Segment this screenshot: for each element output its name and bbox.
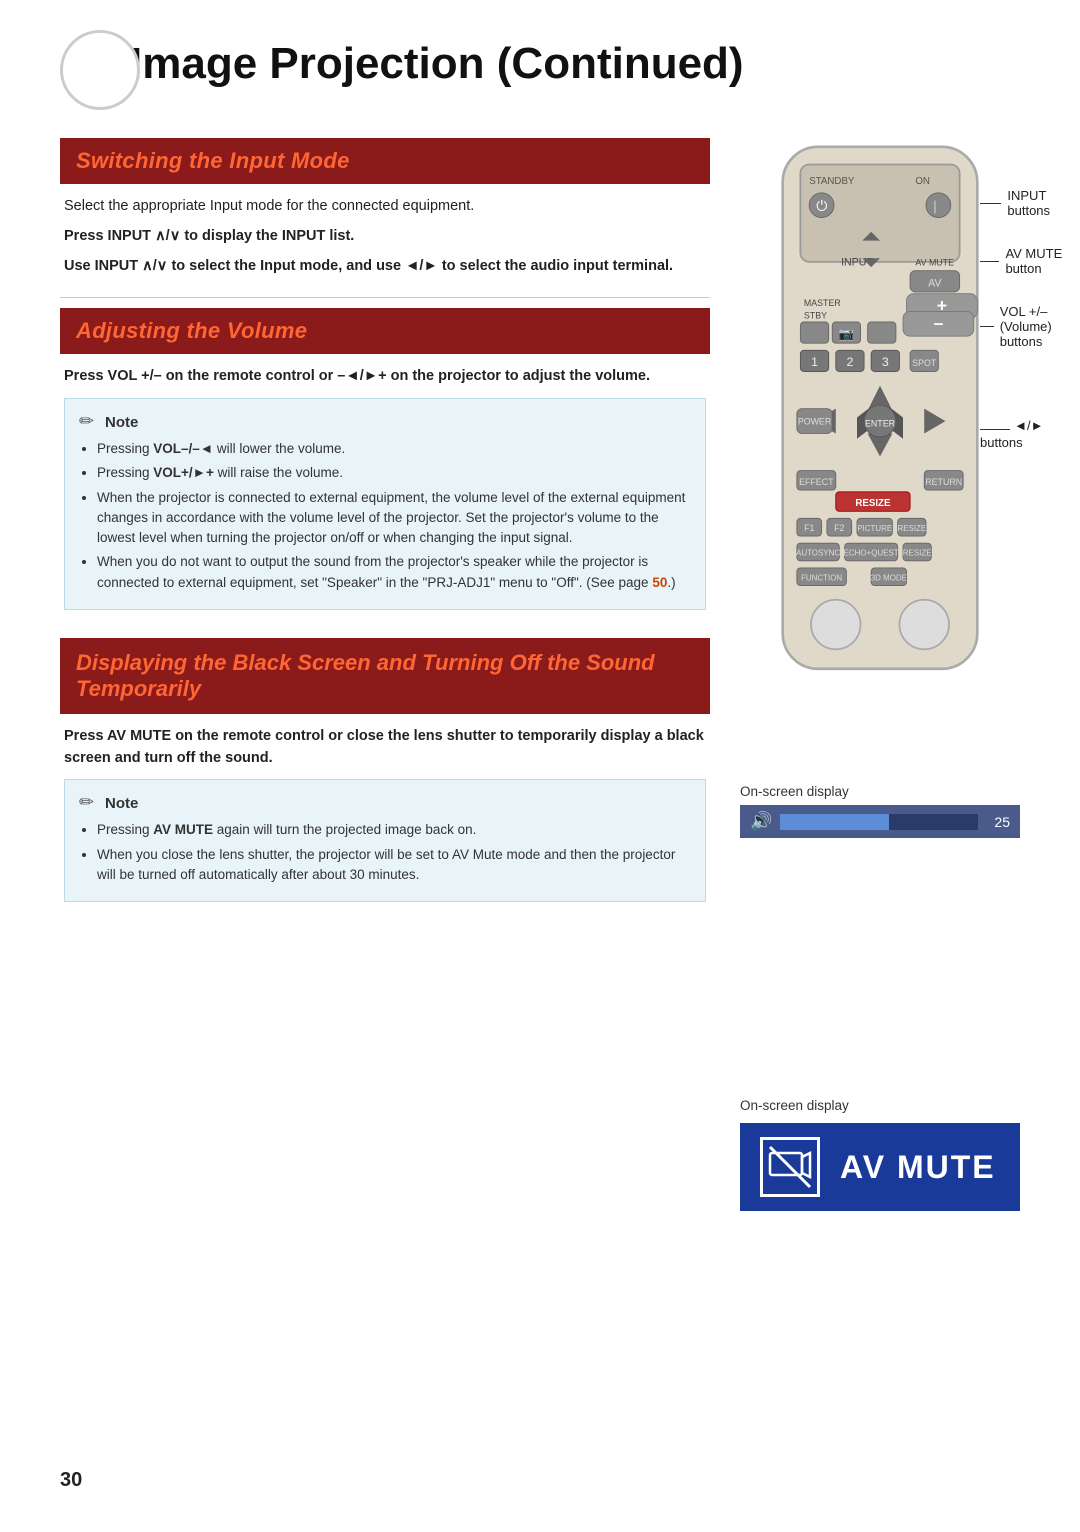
callout-nav-buttons: ◄/► buttons [980,417,1068,451]
avmute-section: On-screen display AV MUTE [740,1098,1020,1211]
avmute-display: AV MUTE [740,1123,1020,1211]
switching-input-bar: Switching the Input Mode [60,138,710,184]
switching-input-para1: Select the appropriate Input mode for th… [64,196,706,218]
title-area: Image Projection (Continued) [60,40,1020,110]
black-screen-bar: Displaying the Black Screen and Turning … [60,638,710,714]
svg-text:RESIZE: RESIZE [897,524,926,533]
svg-text:POWER: POWER [798,417,831,427]
adjusting-volume-para1: Press VOL +/– on the remote control or –… [64,366,706,388]
svg-text:AUTOSYNC: AUTOSYNC [796,549,840,558]
black-screen-section: Displaying the Black Screen and Turning … [60,638,710,902]
avmute-text: AV MUTE [840,1149,996,1186]
title-circle-decoration [60,30,140,110]
page-number: 30 [60,1469,82,1492]
main-layout: Switching the Input Mode Select the appr… [60,138,1020,1211]
svg-text:3D MODE: 3D MODE [871,573,907,582]
black-screen-note-item-1: Pressing AV MUTE again will turn the pro… [97,820,691,840]
adjusting-volume-content: Press VOL +/– on the remote control or –… [60,366,710,610]
switching-input-para2: Press INPUT ∧/∨ to display the INPUT lis… [64,226,706,248]
svg-text:PICTURE: PICTURE [857,524,892,533]
avmute-icon-box [760,1137,820,1197]
divider-1 [60,297,710,298]
svg-text:⏻: ⏻ [816,198,827,214]
svg-text:AV: AV [928,278,942,290]
volume-bar-fill [780,814,889,830]
svg-text:EFFECT: EFFECT [799,477,834,487]
volume-bar: 🔊 25 [740,805,1020,838]
callout-vol-buttons: VOL +/– (Volume) buttons [980,304,1068,349]
adjusting-volume-note-list: Pressing VOL–/–◄ will lower the volume. … [79,439,691,593]
remote-svg: STANDBY ON ⏻ | INPUT AV MUTE AV [765,138,995,704]
black-screen-content: Press AV MUTE on the remote control or c… [60,726,710,902]
volume-icon: 🔊 [750,811,772,832]
svg-text:|: | [933,198,937,214]
callout-labels: INPUT buttons AV MUTE button VOL +/– (Vo… [980,188,1068,451]
svg-text:1: 1 [811,355,818,369]
svg-text:STBY: STBY [804,310,827,320]
svg-text:3: 3 [882,355,889,369]
switching-input-heading: Switching the Input Mode [76,148,694,174]
svg-text:MASTER: MASTER [804,298,841,308]
volume-number: 25 [986,814,1010,830]
black-screen-note-header: ✏ Note [79,792,691,814]
note-label: Note [105,414,138,431]
svg-text:RETURN: RETURN [925,477,962,487]
black-screen-para1: Press AV MUTE on the remote control or c… [64,726,706,770]
svg-text:RESIZE: RESIZE [855,498,891,509]
svg-text:ENTER: ENTER [865,418,895,428]
note-item-4: When you do not want to output the sound… [97,552,691,593]
note-item-3: When the projector is connected to exter… [97,488,691,549]
right-column: STANDBY ON ⏻ | INPUT AV MUTE AV [740,138,1020,1211]
svg-text:AV MUTE: AV MUTE [915,257,954,267]
black-screen-note-item-2: When you close the lens shutter, the pro… [97,845,691,886]
note-icon: ✏ [79,411,101,433]
volume-bar-track [780,814,978,830]
remote-area: STANDBY ON ⏻ | INPUT AV MUTE AV [740,138,1020,704]
note-item-1: Pressing VOL–/–◄ will lower the volume. [97,439,691,459]
svg-text:ECHO+QUEST: ECHO+QUEST [844,549,899,558]
switching-input-para3: Use INPUT ∧/∨ to select the Input mode, … [64,256,706,278]
svg-text:ON: ON [915,176,930,187]
adjusting-volume-heading: Adjusting the Volume [76,318,694,344]
svg-text:SPOT: SPOT [912,358,937,368]
black-screen-note-list: Pressing AV MUTE again will turn the pro… [79,820,691,885]
svg-text:F1: F1 [804,523,814,533]
onscreen-display-volume: On-screen display 🔊 25 [740,784,1020,838]
adjusting-volume-bar: Adjusting the Volume [60,308,710,354]
left-column: Switching the Input Mode Select the appr… [60,138,710,1211]
svg-text:📷: 📷 [839,327,854,341]
svg-text:F2: F2 [834,523,844,533]
onscreen-label-volume: On-screen display [740,784,1020,799]
switching-input-content: Select the appropriate Input mode for th… [60,196,710,277]
svg-text:RESIZE: RESIZE [903,549,932,558]
svg-text:FUNCTION: FUNCTION [801,573,842,582]
svg-text:STANDBY: STANDBY [809,176,855,187]
callout-av-mute: AV MUTE button [980,246,1068,276]
avmute-icon-svg [766,1143,814,1191]
onscreen-label-avmute: On-screen display [740,1098,1020,1113]
page-container: Image Projection (Continued) Switching t… [0,0,1080,1532]
page-title: Image Projection (Continued) [120,40,744,88]
svg-text:2: 2 [846,355,853,369]
black-screen-note-icon: ✏ [79,792,101,814]
black-screen-heading: Displaying the Black Screen and Turning … [76,650,694,702]
black-screen-note: ✏ Note Pressing AV MUTE again will turn … [64,779,706,902]
black-screen-note-label: Note [105,795,138,812]
callout-input-buttons: INPUT buttons [980,188,1068,218]
note-item-2: Pressing VOL+/►+ will raise the volume. [97,463,691,483]
adjusting-volume-note: ✏ Note Pressing VOL–/–◄ will lower the v… [64,398,706,610]
note-header: ✏ Note [79,411,691,433]
svg-text:–: – [933,313,943,333]
